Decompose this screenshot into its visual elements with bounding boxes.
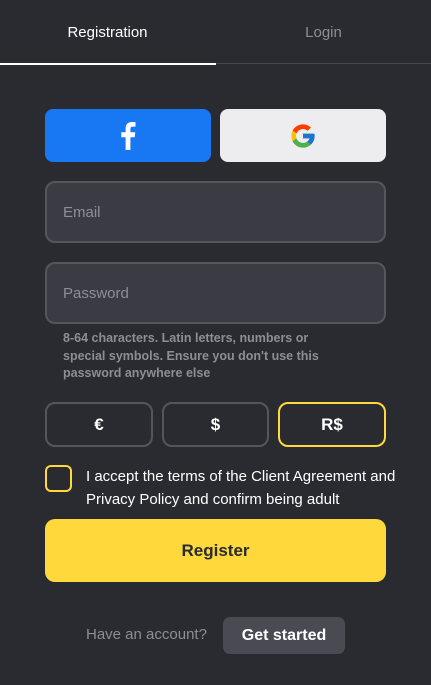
register-button[interactable]: Register [45,519,386,582]
password-hint: 8-64 characters. Latin letters, numbers … [63,331,319,380]
auth-tabs: Registration Login [0,0,431,65]
tab-registration[interactable]: Registration [0,0,216,65]
get-started-button[interactable]: Get started [223,617,345,654]
password-input[interactable] [47,264,384,322]
facebook-f-icon [121,121,136,150]
google-login-button[interactable] [220,109,386,162]
terms-checkbox[interactable] [45,465,72,492]
email-input[interactable] [47,183,384,241]
terms-label: I accept the terms of the Client Agreeme… [86,468,396,508]
facebook-login-button[interactable] [45,109,211,162]
have-account-text: Have an account? [86,626,207,643]
tab-login[interactable]: Login [216,0,431,64]
google-g-icon [291,123,315,148]
currency-brl-button[interactable]: R$ [278,402,386,447]
password-field[interactable] [45,262,386,324]
email-field[interactable] [45,181,386,243]
currency-usd-button[interactable]: $ [162,402,269,447]
currency-eur-button[interactable]: € [45,402,153,447]
